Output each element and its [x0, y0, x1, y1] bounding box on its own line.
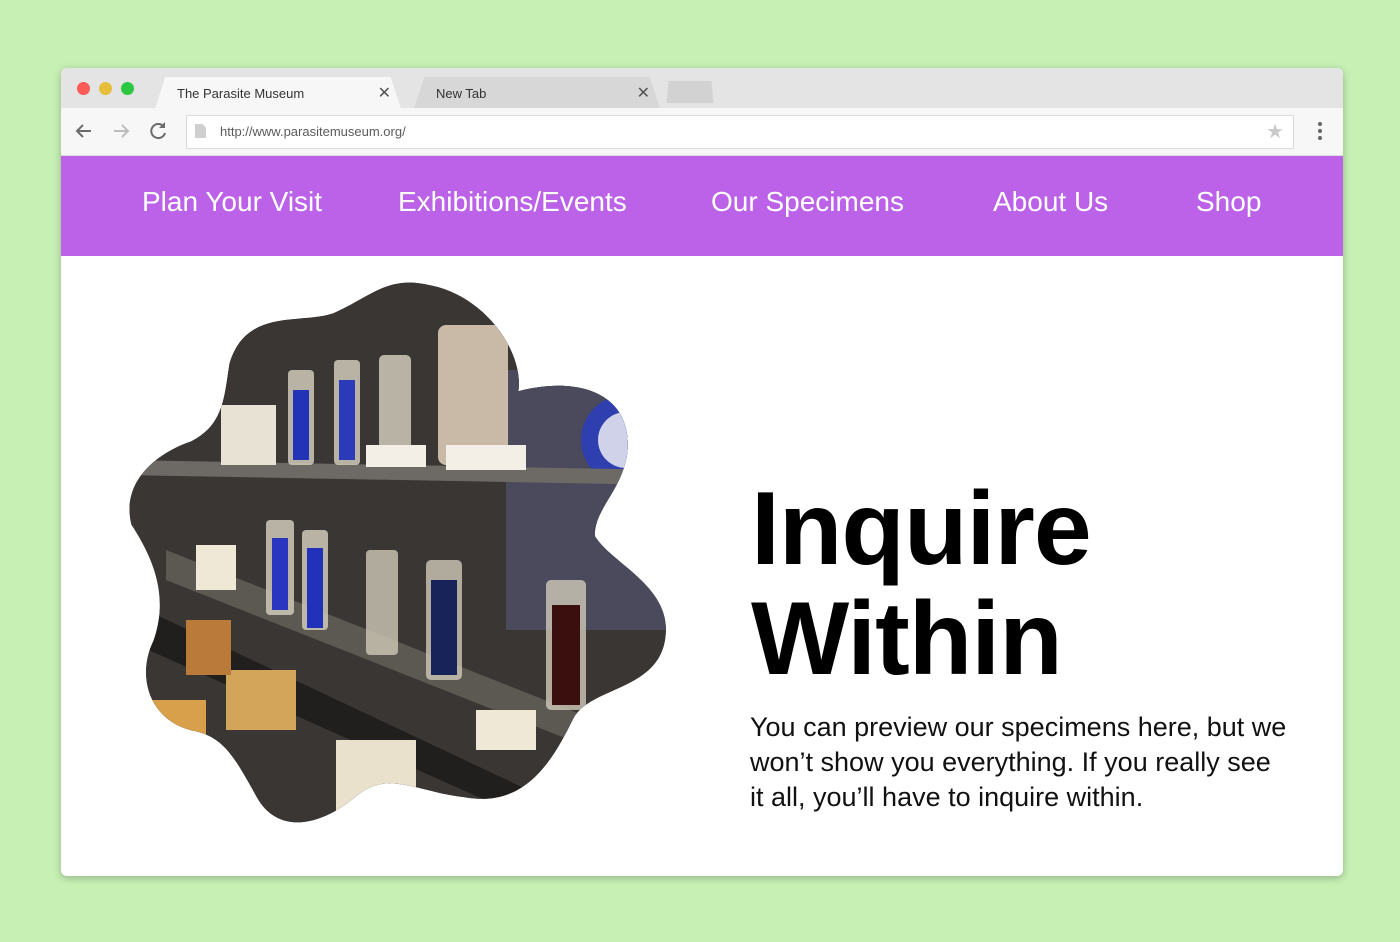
maximize-window-button[interactable]: [121, 82, 134, 95]
url-text: http://www.parasitemuseum.org/: [220, 124, 406, 139]
museum-display-image: [126, 280, 671, 836]
arrow-left-icon[interactable]: [71, 118, 97, 144]
reload-icon[interactable]: [145, 118, 171, 144]
nav-shop[interactable]: Shop: [1196, 186, 1261, 218]
new-tab-button[interactable]: [665, 81, 715, 103]
star-icon[interactable]: ★: [1266, 119, 1284, 144]
hero-intro-text: You can preview our specimens here, but …: [750, 712, 1287, 812]
page-icon: [195, 124, 206, 138]
browser-window: The Parasite Museum ✕ New Tab ✕ http://w…: [61, 68, 1343, 876]
headline-line-2: Within: [751, 581, 1063, 697]
minimize-window-button[interactable]: [99, 82, 112, 95]
hero-headline: Inquire Within: [751, 471, 1092, 697]
specimen-shelves-illustration: [126, 280, 671, 836]
address-toolbar: http://www.parasitemuseum.org/ ★: [61, 108, 1343, 156]
nav-about-us[interactable]: About Us: [993, 186, 1108, 218]
specimen-photo: [126, 280, 671, 836]
nav-exhibitions-events[interactable]: Exhibitions/Events: [398, 186, 627, 218]
headline-line-1: Inquire: [751, 471, 1092, 587]
nav-plan-your-visit[interactable]: Plan Your Visit: [142, 186, 322, 218]
title-bar: The Parasite Museum ✕ New Tab ✕: [61, 68, 1343, 109]
close-window-button[interactable]: [77, 82, 90, 95]
arrow-right-icon[interactable]: [108, 118, 134, 144]
close-tab-icon[interactable]: ✕: [637, 83, 650, 103]
tab-title: The Parasite Museum: [177, 86, 305, 101]
site-navigation: Plan Your Visit Exhibitions/Events Our S…: [61, 156, 1343, 256]
vertical-dots-icon[interactable]: [1317, 118, 1323, 144]
tab-new-tab[interactable]: New Tab ✕: [406, 77, 668, 109]
tab-title: New Tab: [436, 86, 487, 101]
nav-our-specimens[interactable]: Our Specimens: [711, 186, 904, 218]
close-tab-icon[interactable]: ✕: [378, 83, 391, 103]
tab-parasite-museum[interactable]: The Parasite Museum ✕: [147, 77, 409, 109]
address-bar[interactable]: http://www.parasitemuseum.org/ ★: [186, 115, 1294, 149]
